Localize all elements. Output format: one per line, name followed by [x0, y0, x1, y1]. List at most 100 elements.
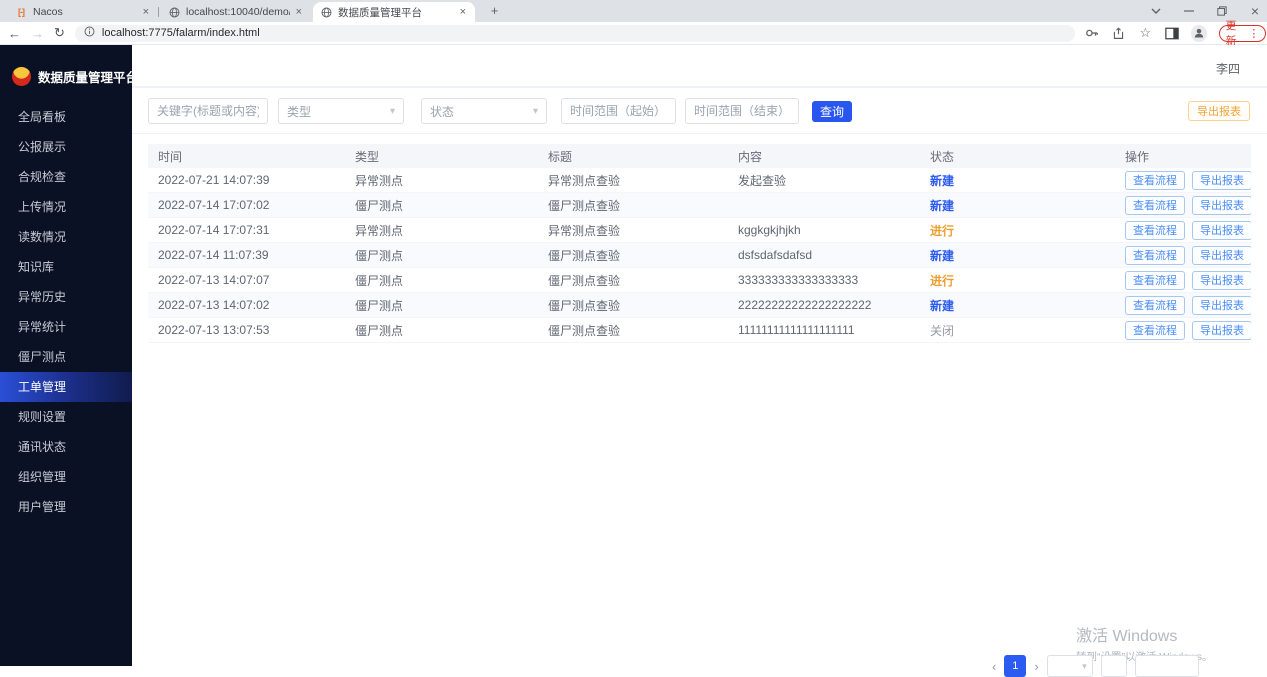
sidebar-item-8[interactable]: 僵尸测点	[0, 342, 132, 372]
browser-tab-platform[interactable]: 数据质量管理平台 ×	[313, 2, 475, 22]
page-number-active[interactable]: 1	[1004, 655, 1026, 677]
export-report-row-button[interactable]: 导出报表	[1192, 296, 1251, 315]
side-panel-icon[interactable]	[1165, 25, 1180, 41]
view-process-button[interactable]: 查看流程	[1125, 171, 1185, 190]
chevron-down-icon: ▾	[390, 106, 395, 117]
share-icon[interactable]	[1111, 25, 1126, 41]
password-key-icon[interactable]	[1085, 25, 1100, 41]
browser-toolbar-icons: ☆ 更新 ⋮	[1085, 25, 1267, 42]
page-size-select[interactable]: ▾	[1047, 655, 1093, 677]
cell-content: kggkgkjhjkh	[728, 223, 920, 237]
sidebar-item-9[interactable]: 工单管理	[0, 372, 132, 402]
sidebar-item-3[interactable]: 上传情况	[0, 192, 132, 222]
table-row: 2022-07-13 13:07:53僵尸测点僵尸测点查验11111111111…	[148, 318, 1251, 343]
tab-close-icon[interactable]: ×	[141, 6, 151, 19]
sidebar-item-6[interactable]: 异常历史	[0, 282, 132, 312]
cell-time: 2022-07-13 14:07:07	[148, 273, 345, 287]
status-badge: 新建	[920, 172, 1115, 189]
export-report-row-button[interactable]: 导出报表	[1192, 171, 1251, 190]
export-report-row-button[interactable]: 导出报表	[1192, 246, 1251, 265]
tab-search-chevron-icon[interactable]	[1150, 5, 1162, 17]
type-select-placeholder: 类型	[287, 103, 311, 120]
cell-time: 2022-07-21 14:07:39	[148, 173, 345, 187]
profile-avatar-icon[interactable]	[1191, 25, 1206, 42]
table-body: 2022-07-21 14:07:39异常测点异常测点查验发起查验新建查看流程导…	[148, 168, 1251, 343]
screen: { "browser": { "tabs": [ { "title": "Nac…	[0, 0, 1267, 666]
goto-page-input[interactable]	[1101, 655, 1127, 677]
type-select[interactable]: 类型 ▾	[278, 98, 404, 124]
sidebar-item-7[interactable]: 异常统计	[0, 312, 132, 342]
table-row: 2022-07-14 17:07:02僵尸测点僵尸测点查验新建查看流程导出报表	[148, 193, 1251, 218]
chrome-update-button[interactable]: 更新 ⋮	[1219, 25, 1267, 42]
sidebar-item-1[interactable]: 公报展示	[0, 132, 132, 162]
view-process-button[interactable]: 查看流程	[1125, 321, 1185, 340]
sidebar-item-10[interactable]: 规则设置	[0, 402, 132, 432]
sidebar-item-0[interactable]: 全局看板	[0, 102, 132, 132]
address-input[interactable]: localhost:7775/falarm/index.html	[75, 25, 1075, 42]
cell-actions: 查看流程导出报表	[1115, 296, 1251, 315]
globe-icon	[168, 6, 180, 18]
view-process-button[interactable]: 查看流程	[1125, 296, 1185, 315]
status-select[interactable]: 状态 ▾	[421, 98, 547, 124]
sidebar-item-13[interactable]: 用户管理	[0, 492, 132, 522]
cell-time: 2022-07-14 17:07:02	[148, 198, 345, 212]
back-icon[interactable]: ←	[8, 24, 21, 42]
pager-info-box	[1135, 655, 1199, 677]
cell-time: 2022-07-14 11:07:39	[148, 248, 345, 262]
cell-title: 僵尸测点查验	[538, 272, 728, 289]
restore-button[interactable]	[1216, 5, 1228, 17]
sidebar-item-4[interactable]: 读数情况	[0, 222, 132, 252]
view-process-button[interactable]: 查看流程	[1125, 246, 1185, 265]
kebab-menu-icon[interactable]: ⋮	[1248, 27, 1259, 40]
export-report-row-button[interactable]: 导出报表	[1192, 321, 1251, 340]
search-button[interactable]: 查询	[812, 101, 852, 122]
view-process-button[interactable]: 查看流程	[1125, 221, 1185, 240]
page-info-icon[interactable]	[84, 26, 95, 40]
close-window-button[interactable]: ×	[1249, 5, 1261, 17]
status-badge: 新建	[920, 297, 1115, 314]
keyword-input[interactable]	[148, 98, 268, 124]
cell-type: 异常测点	[345, 222, 538, 239]
start-date-input[interactable]	[561, 98, 676, 124]
cell-time: 2022-07-13 13:07:53	[148, 323, 345, 337]
end-date-input[interactable]	[685, 98, 799, 124]
export-report-button[interactable]: 导出报表	[1188, 101, 1250, 121]
sidebar-item-11[interactable]: 通讯状态	[0, 432, 132, 462]
watermark-title: 激活 Windows	[1076, 622, 1213, 646]
view-process-button[interactable]: 查看流程	[1125, 196, 1185, 215]
export-report-row-button[interactable]: 导出报表	[1192, 196, 1251, 215]
status-badge: 进行	[920, 272, 1115, 289]
header-type: 类型	[345, 148, 538, 165]
view-process-button[interactable]: 查看流程	[1125, 271, 1185, 290]
cell-title: 僵尸测点查验	[538, 247, 728, 264]
current-user[interactable]: 李四	[1216, 60, 1240, 77]
sidebar-item-5[interactable]: 知识库	[0, 252, 132, 282]
reload-icon[interactable]: ↻	[54, 24, 65, 42]
new-tab-button[interactable]: +	[486, 3, 503, 20]
forward-icon[interactable]: →	[31, 24, 44, 42]
export-report-row-button[interactable]: 导出报表	[1192, 221, 1251, 240]
sidebar-item-12[interactable]: 组织管理	[0, 462, 132, 492]
tab-close-icon[interactable]: ×	[458, 6, 468, 19]
tab-close-icon[interactable]: ×	[294, 6, 304, 19]
chevron-down-icon: ▾	[1082, 661, 1087, 672]
cell-time: 2022-07-14 17:07:31	[148, 223, 345, 237]
cell-type: 僵尸测点	[345, 197, 538, 214]
bookmark-star-icon[interactable]: ☆	[1138, 25, 1153, 41]
table-row: 2022-07-14 17:07:31异常测点异常测点查验kggkgkjhjkh…	[148, 218, 1251, 243]
table-row: 2022-07-21 14:07:39异常测点异常测点查验发起查验新建查看流程导…	[148, 168, 1251, 193]
browser-address-bar: ← → ↻ localhost:7775/falarm/index.html ☆…	[0, 22, 1267, 45]
header-content: 内容	[728, 148, 920, 165]
export-report-row-button[interactable]: 导出报表	[1192, 271, 1251, 290]
url-text: localhost:7775/falarm/index.html	[102, 27, 260, 39]
browser-tab-nacos[interactable]: [-] Nacos ×	[8, 2, 158, 22]
browser-tab-localhost[interactable]: localhost:10040/demo/psjdbc ×	[161, 2, 311, 22]
minimize-button[interactable]	[1183, 5, 1195, 17]
prev-page-icon[interactable]: ‹	[992, 659, 996, 674]
next-page-icon[interactable]: ›	[1034, 659, 1038, 674]
brand-logo-icon	[12, 67, 31, 86]
cell-title: 僵尸测点查验	[538, 297, 728, 314]
sidebar-item-2[interactable]: 合规检查	[0, 162, 132, 192]
cell-type: 僵尸测点	[345, 247, 538, 264]
table-row: 2022-07-13 14:07:02僵尸测点僵尸测点查验22222222222…	[148, 293, 1251, 318]
